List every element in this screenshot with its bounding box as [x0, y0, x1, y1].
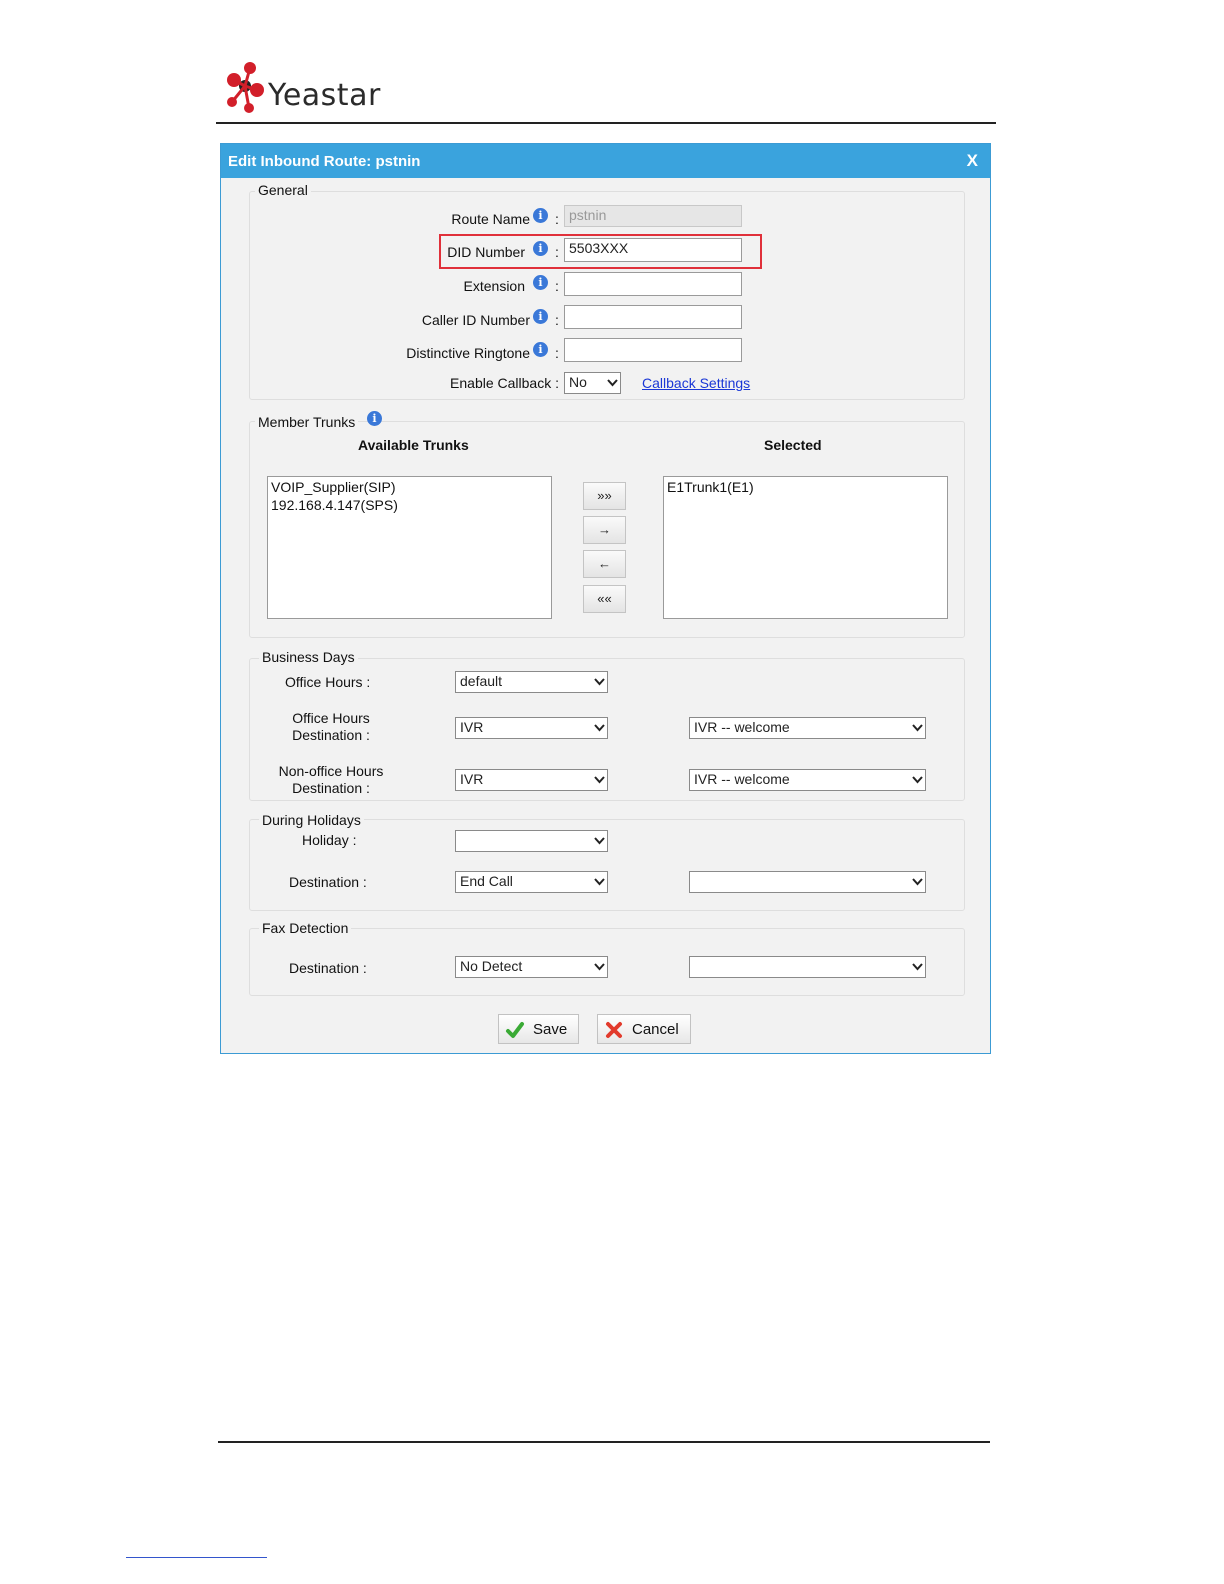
did-number-input[interactable]: 5503XXX — [564, 238, 742, 262]
fax-destination-target-select[interactable] — [689, 956, 926, 978]
selected-trunks-list[interactable]: E1Trunk1(E1) — [663, 476, 948, 619]
edit-inbound-route-dialog: Edit Inbound Route: pstnin X General Rou… — [220, 143, 991, 1054]
extension-input[interactable] — [564, 272, 742, 296]
footer-link-underline — [126, 1557, 267, 1558]
holiday-destination-type-select[interactable]: End Call — [455, 871, 608, 893]
route-name-input: pstnin — [564, 205, 742, 227]
dialog-titlebar: Edit Inbound Route: pstnin X — [221, 144, 990, 178]
remove-trunk-button[interactable]: ← — [583, 550, 626, 578]
chevron-down-icon — [594, 877, 605, 886]
selected-trunks-header: Selected — [764, 437, 822, 453]
did-number-colon: : — [555, 244, 559, 260]
extension-label: Extension — [463, 278, 525, 294]
business-days-legend: Business Days — [259, 649, 358, 665]
caller-id-number-info-icon[interactable]: i — [533, 309, 548, 324]
fax-destination-label: Destination : — [289, 960, 367, 976]
chevron-down-icon — [912, 723, 923, 732]
route-name-colon: : — [555, 211, 559, 227]
enable-callback-value: No — [569, 374, 587, 390]
extension-colon: : — [555, 278, 559, 294]
office-hours-destination-label: Office Hours Destination : — [281, 710, 381, 744]
non-office-hours-destination-type-select[interactable]: IVR — [455, 769, 608, 791]
general-legend: General — [255, 182, 311, 198]
did-number-label: DID Number — [447, 244, 525, 260]
office-hours-destination-type-value: IVR — [460, 719, 484, 735]
fax-destination-type-value: No Detect — [460, 958, 523, 974]
holidays-legend: During Holidays — [259, 812, 364, 828]
office-hours-value: default — [460, 673, 503, 689]
chevron-down-icon — [912, 775, 923, 784]
distinctive-ringtone-colon: : — [555, 345, 559, 361]
chevron-down-icon — [912, 962, 923, 971]
remove-all-trunks-button[interactable]: «« — [583, 585, 626, 613]
holiday-select[interactable] — [455, 830, 608, 852]
logo-star-icon — [227, 62, 264, 113]
holiday-destination-label: Destination : — [289, 874, 367, 890]
distinctive-ringtone-input[interactable] — [564, 338, 742, 362]
office-hours-label: Office Hours : — [285, 674, 371, 690]
route-name-info-icon[interactable]: i — [533, 208, 548, 223]
non-office-hours-destination-label-line2: Destination : — [292, 780, 370, 796]
header-rule — [216, 122, 996, 124]
fax-destination-type-select[interactable]: No Detect — [455, 956, 608, 978]
chevron-down-icon — [594, 775, 605, 784]
non-office-hours-destination-target-select[interactable]: IVR -- welcome — [689, 769, 926, 791]
save-button-label: Save — [533, 1021, 568, 1038]
non-office-hours-destination-label: Non-office Hours Destination : — [266, 763, 396, 797]
caller-id-number-label: Caller ID Number — [421, 312, 530, 328]
office-hours-destination-target-value: IVR -- welcome — [694, 719, 790, 735]
callback-settings-link[interactable]: Callback Settings — [642, 375, 750, 391]
cancel-button-label: Cancel — [632, 1021, 679, 1038]
caller-id-number-input[interactable] — [564, 305, 742, 329]
chevron-down-icon — [594, 962, 605, 971]
chevron-down-icon — [607, 378, 618, 387]
extension-info-icon[interactable]: i — [533, 275, 548, 290]
holiday-destination-type-value: End Call — [460, 873, 513, 889]
did-number-info-icon[interactable]: i — [533, 241, 548, 256]
chevron-down-icon — [912, 877, 923, 886]
distinctive-ringtone-label: Distinctive Ringtone — [406, 345, 530, 361]
chevron-down-icon — [594, 677, 605, 686]
logo-text: Yeastar — [268, 78, 381, 113]
chevron-down-icon — [594, 723, 605, 732]
member-trunks-legend: Member Trunks — [255, 414, 359, 430]
add-trunk-button[interactable]: → — [583, 516, 626, 544]
member-trunks-info-icon[interactable]: i — [367, 411, 382, 426]
list-item[interactable]: E1Trunk1(E1) — [667, 478, 944, 496]
enable-callback-select[interactable]: No — [564, 372, 621, 394]
yeastar-logo: Yeastar — [220, 58, 380, 120]
route-name-label: Route Name — [451, 211, 530, 227]
enable-callback-label: Enable Callback : — [450, 375, 559, 391]
available-trunks-list[interactable]: VOIP_Supplier(SIP) 192.168.4.147(SPS) — [267, 476, 552, 619]
cancel-button[interactable]: Cancel — [597, 1014, 691, 1044]
close-button[interactable]: X — [967, 151, 978, 171]
distinctive-ringtone-info-icon[interactable]: i — [533, 342, 548, 357]
office-hours-destination-label-line2: Destination : — [292, 727, 370, 743]
list-item[interactable]: 192.168.4.147(SPS) — [271, 496, 548, 514]
non-office-hours-destination-type-value: IVR — [460, 771, 484, 787]
non-office-hours-destination-label-line1: Non-office Hours — [278, 763, 384, 779]
non-office-hours-destination-target-value: IVR -- welcome — [694, 771, 790, 787]
checkmark-icon — [505, 1020, 525, 1040]
chevron-down-icon — [594, 836, 605, 845]
list-item[interactable]: VOIP_Supplier(SIP) — [271, 478, 548, 496]
holiday-destination-target-select[interactable] — [689, 871, 926, 893]
cross-icon — [604, 1020, 624, 1040]
holiday-label: Holiday : — [302, 832, 357, 848]
office-hours-destination-label-line1: Office Hours — [292, 710, 370, 726]
caller-id-number-colon: : — [555, 312, 559, 328]
save-button[interactable]: Save — [498, 1014, 579, 1044]
add-all-trunks-button[interactable]: »» — [583, 482, 626, 510]
dialog-title: Edit Inbound Route: pstnin — [228, 153, 421, 170]
office-hours-select[interactable]: default — [455, 671, 608, 693]
footer-rule — [218, 1441, 990, 1443]
office-hours-destination-type-select[interactable]: IVR — [455, 717, 608, 739]
fax-detection-legend: Fax Detection — [259, 920, 352, 936]
available-trunks-header: Available Trunks — [358, 437, 469, 453]
office-hours-destination-target-select[interactable]: IVR -- welcome — [689, 717, 926, 739]
